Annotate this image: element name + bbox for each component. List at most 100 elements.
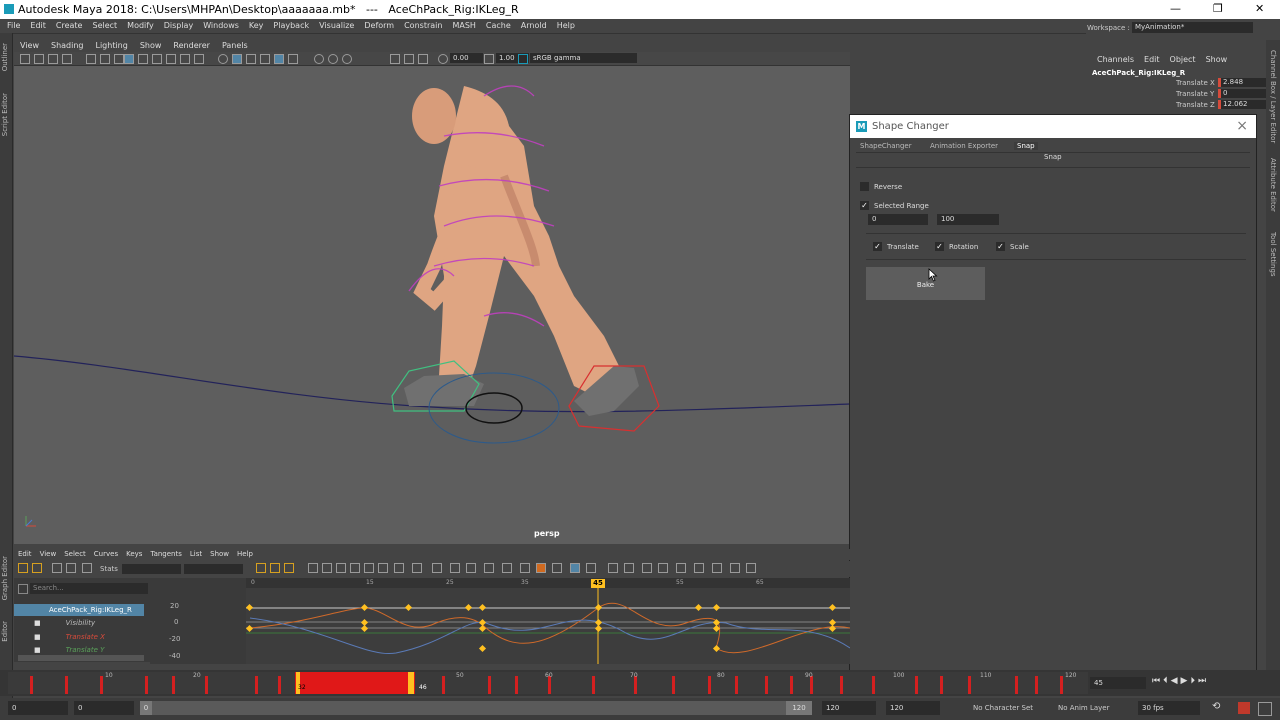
outliner-row-object[interactable]: AceChPack_Rig:IKLeg_R [14,604,144,616]
workspace-dropdown[interactable]: MyAnimation* [1132,22,1253,33]
menu-playback[interactable]: Playback [268,19,314,33]
tab-tool-settings[interactable]: Tool Settings [1269,232,1277,277]
tab-shapechanger[interactable]: ShapeChanger [860,142,912,150]
region-key-icon[interactable] [66,563,76,573]
dialog-close-button[interactable]: × [1236,118,1248,134]
scale-checkbox[interactable]: ✓ [996,242,1005,251]
tab-attribute-editor[interactable]: Attribute Editor [1269,158,1277,212]
open-trax-editor-icon[interactable] [746,563,756,573]
insert-key-icon[interactable] [32,563,42,573]
minimize-button[interactable]: — [1170,2,1181,15]
hud-icon[interactable] [342,54,352,64]
range-slider-end-handle[interactable]: 120 [786,701,812,715]
tab-snap[interactable]: Snap [1014,142,1038,150]
time-slider[interactable]: 10 20 50 60 70 80 90 100 110 120 32 46 4… [0,670,1280,696]
mute-channel-icon[interactable] [712,563,722,573]
vp-menu-view[interactable]: View [14,39,45,52]
vp-menu-shading[interactable]: Shading [45,39,90,52]
tab-outliner[interactable]: Outliner [1,43,9,71]
xray-joints-icon[interactable] [246,54,256,64]
pin-channel-icon[interactable] [694,563,704,573]
vp-menu-show[interactable]: Show [134,39,168,52]
menu-modify[interactable]: Modify [122,19,159,33]
ge-menu-tangents[interactable]: Tangents [146,549,185,560]
depth-of-field-icon[interactable] [328,54,338,64]
open-dope-sheet-icon[interactable] [730,563,740,573]
menu-edit[interactable]: Edit [25,19,51,33]
break-tangents-icon[interactable] [412,563,422,573]
lattice-deform-icon[interactable] [52,563,62,573]
multisample-aa-icon[interactable] [314,54,324,64]
move-key-icon[interactable] [18,563,28,573]
gamma-icon[interactable] [484,54,494,64]
channel-translate-z-value[interactable]: 12.062 [1218,100,1271,109]
ge-menu-keys[interactable]: Keys [122,549,146,560]
vp-menu-panels[interactable]: Panels [216,39,254,52]
loop-icon[interactable]: ⟲ [1212,701,1220,712]
range-slider-start-handle[interactable]: 0 [140,701,152,715]
smooth-shade-icon[interactable] [152,54,162,64]
swap-buffer-curve-icon[interactable] [502,563,512,573]
bookmark-icon[interactable] [48,54,58,64]
tab-graph-editor[interactable]: Graph Editor [1,556,9,600]
tab-editor[interactable]: Editor [1,621,9,642]
lock-tangent-weight-icon[interactable] [466,563,476,573]
curve-filter-icon[interactable] [570,563,580,573]
menu-constrain[interactable]: Constrain [399,19,447,33]
playback-controls[interactable]: ⏮⏴◀▶⏵⏭ [1152,676,1209,686]
bake-button[interactable]: Bake [866,267,985,300]
menu-windows[interactable]: Windows [198,19,244,33]
outliner-row-translate-x[interactable]: ■ Translate X [14,631,144,643]
motion-blur-icon[interactable] [288,54,298,64]
ge-menu-edit[interactable]: Edit [14,549,36,560]
wireframe-icon[interactable] [138,54,148,64]
resolution-gate-icon[interactable] [100,54,110,64]
outliner-row-visibility[interactable]: ■ Visibility [14,617,144,629]
clamped-tangent-icon[interactable] [336,563,346,573]
vp-menu-renderer[interactable]: Renderer [167,39,216,52]
film-gate-icon[interactable] [86,54,96,64]
show-results-icon[interactable] [676,563,686,573]
menu-create[interactable]: Create [51,19,88,33]
color-management-icon[interactable] [518,54,528,64]
retime-icon[interactable] [82,563,92,573]
anim-prefs-icon[interactable] [1258,702,1272,716]
cb-menu-object[interactable]: Object [1165,52,1201,68]
exposure-field[interactable]: 0.00 [450,53,483,63]
scene-start-field[interactable]: 0 [8,701,68,715]
value-snap-icon[interactable] [642,563,652,573]
frame-playback-range-icon[interactable] [284,563,294,573]
range-end-field[interactable]: 100 [937,214,999,225]
vp-menu-lighting[interactable]: Lighting [89,39,133,52]
menu-visualize[interactable]: Visualize [314,19,359,33]
camera-attributes-icon[interactable] [418,54,428,64]
stacked-curves-icon[interactable] [608,563,618,573]
lock-camera-icon[interactable] [34,54,44,64]
ge-menu-curves[interactable]: Curves [90,549,122,560]
channel-translate-x-value[interactable]: 2.848 [1218,78,1271,87]
menu-file[interactable]: File [0,19,25,33]
resample-icon[interactable] [586,563,596,573]
menu-deform[interactable]: Deform [359,19,399,33]
linear-tangent-icon[interactable] [350,563,360,573]
playback-start-field[interactable]: 0 [74,701,134,715]
range-start-field[interactable]: 0 [868,214,928,225]
stats-value-field[interactable] [184,564,243,574]
translate-checkbox[interactable]: ✓ [873,242,882,251]
free-tangent-weight-icon[interactable] [450,563,460,573]
reverse-checkbox[interactable] [860,182,869,191]
pre-infinity-cycle-icon[interactable] [520,563,530,573]
gate-mask-icon[interactable] [114,54,124,64]
plateau-tangent-icon[interactable] [394,563,404,573]
outliner-filter-icon[interactable] [18,584,28,594]
selected-range-checkbox[interactable]: ✓ [860,201,869,210]
denormalize-icon[interactable] [552,563,562,573]
auto-load-icon[interactable] [658,563,668,573]
textured-icon[interactable] [180,54,190,64]
auto-key-icon[interactable] [1238,702,1250,714]
cb-menu-channels[interactable]: Channels [1092,52,1139,68]
isolate-view-icon[interactable] [390,54,400,64]
ge-menu-view[interactable]: View [36,549,61,560]
close-button[interactable]: ✕ [1255,2,1264,15]
fps-dropdown[interactable]: 30 fps [1138,701,1200,715]
